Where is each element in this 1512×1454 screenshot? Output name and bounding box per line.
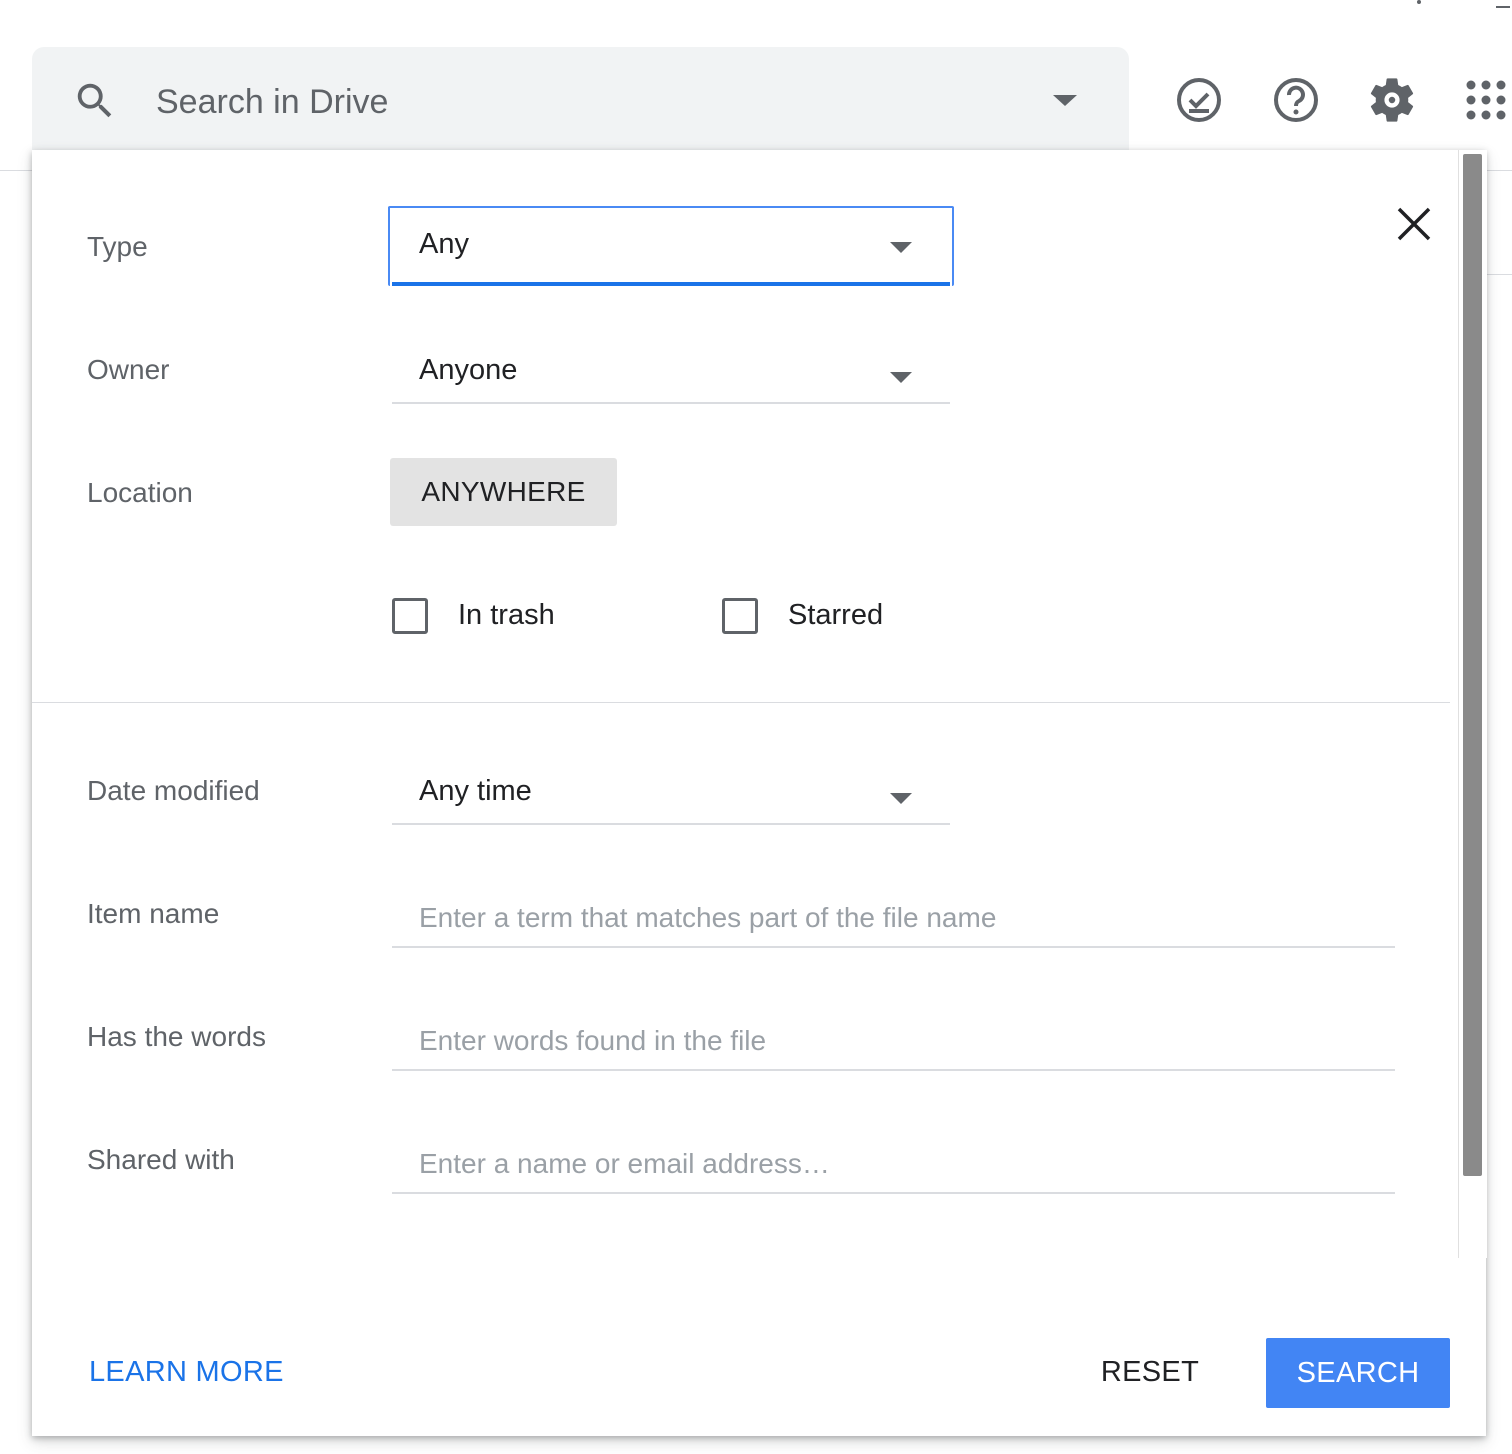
ready-for-offline-icon[interactable] bbox=[1173, 74, 1225, 126]
settings-gear-icon[interactable] bbox=[1366, 74, 1418, 126]
type-value: Any bbox=[419, 228, 469, 260]
starred-checkbox[interactable] bbox=[722, 598, 758, 634]
chevron-down-icon bbox=[890, 793, 912, 804]
search-icon[interactable] bbox=[72, 78, 118, 124]
shared-with-label: Shared with bbox=[87, 1144, 235, 1175]
date-modified-select[interactable]: Any time bbox=[392, 767, 950, 825]
scrollbar-thumb[interactable] bbox=[1463, 154, 1482, 1176]
location-label: Location bbox=[87, 477, 193, 508]
search-options-caret-icon[interactable] bbox=[1053, 95, 1077, 106]
search-input[interactable] bbox=[156, 80, 956, 124]
item-name-input[interactable] bbox=[419, 898, 1379, 938]
help-icon[interactable] bbox=[1270, 74, 1322, 126]
in-trash-label[interactable]: In trash bbox=[458, 598, 555, 632]
search-button[interactable]: SEARCH bbox=[1266, 1338, 1450, 1408]
date-modified-label: Date modified bbox=[87, 775, 260, 806]
owner-label: Owner bbox=[87, 354, 170, 385]
close-icon[interactable] bbox=[1392, 202, 1436, 246]
has-words-input[interactable] bbox=[419, 1021, 1379, 1061]
more-options-icon[interactable] bbox=[1417, 0, 1421, 10]
section-divider bbox=[32, 702, 1450, 703]
minimize-icon[interactable] bbox=[1496, 6, 1510, 8]
shared-with-field bbox=[392, 1140, 1395, 1194]
shared-with-input[interactable] bbox=[419, 1144, 1379, 1184]
type-label: Type bbox=[87, 231, 148, 262]
apps-grid-icon[interactable] bbox=[1462, 74, 1512, 126]
has-words-label: Has the words bbox=[87, 1021, 266, 1052]
owner-value: Anyone bbox=[419, 354, 518, 386]
date-modified-value: Any time bbox=[419, 775, 532, 807]
advanced-search-dialog: Type Any Owner Anyone Location ANYWHERE … bbox=[32, 150, 1487, 1436]
toolbar-divider bbox=[1486, 274, 1512, 275]
location-button[interactable]: ANYWHERE bbox=[390, 458, 617, 526]
owner-select[interactable]: Anyone bbox=[392, 346, 950, 404]
type-select[interactable]: Any bbox=[388, 206, 954, 286]
item-name-label: Item name bbox=[87, 898, 220, 929]
reset-button[interactable]: RESET bbox=[1090, 1338, 1210, 1406]
item-name-field bbox=[392, 894, 1395, 948]
in-trash-checkbox[interactable] bbox=[392, 598, 428, 634]
chevron-down-icon bbox=[890, 242, 912, 253]
chevron-down-icon bbox=[890, 372, 912, 383]
has-words-field bbox=[392, 1017, 1395, 1071]
learn-more-link[interactable]: LEARN MORE bbox=[89, 1356, 284, 1389]
starred-label[interactable]: Starred bbox=[788, 598, 883, 632]
